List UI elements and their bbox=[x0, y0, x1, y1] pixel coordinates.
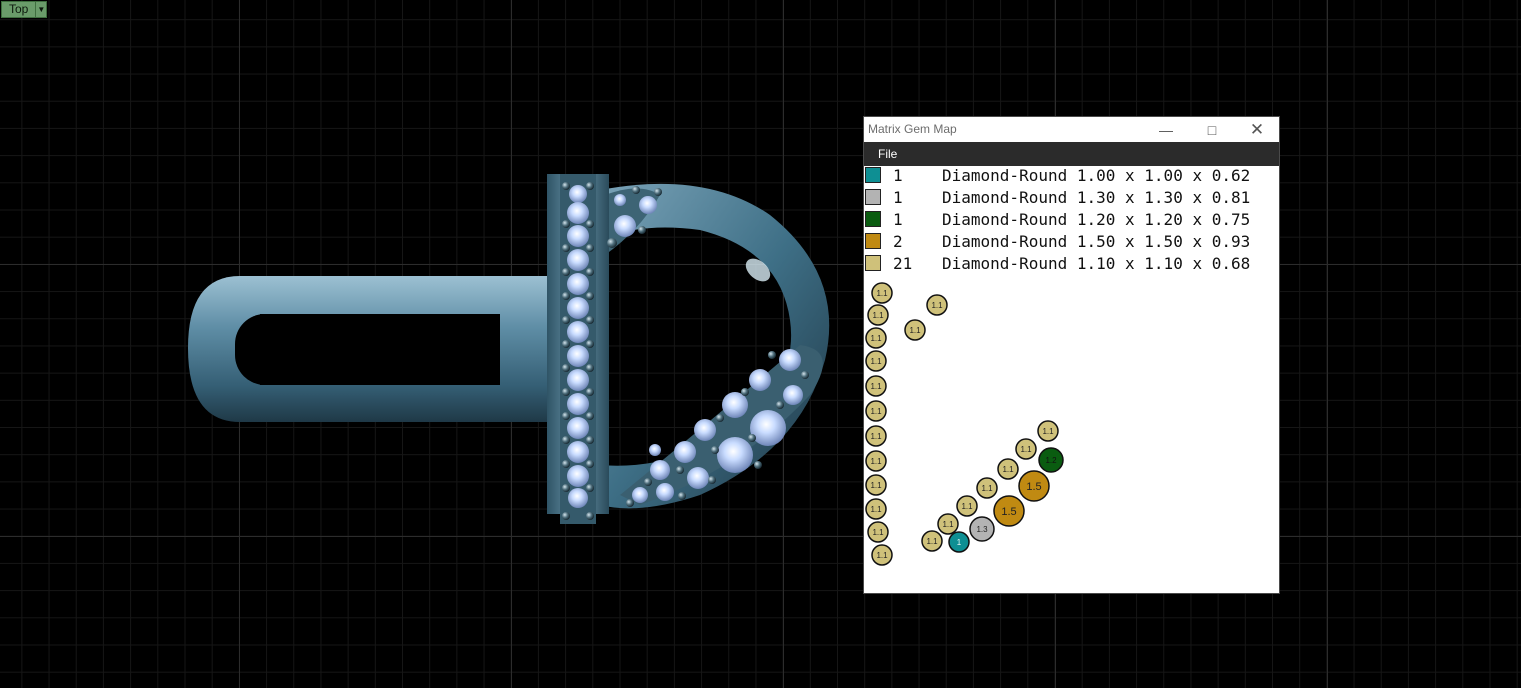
gem-marker: 1.1 bbox=[871, 282, 893, 304]
svg-text:1.1: 1.1 bbox=[870, 357, 882, 366]
gem-marker: 1.1 bbox=[865, 450, 887, 472]
gem-marker: 1 bbox=[948, 531, 970, 553]
gem-marker: 1.1 bbox=[1037, 420, 1059, 442]
gem-marker: 1.1 bbox=[867, 521, 889, 543]
gem-marker: 1.1 bbox=[865, 498, 887, 520]
gem-marker: 1.1 bbox=[976, 477, 998, 499]
gem-marker: 1.1 bbox=[865, 375, 887, 397]
gem-map-window[interactable]: Matrix Gem Map — □ ✕ File 1 Diamond-Roun… bbox=[863, 116, 1280, 594]
svg-text:1.5: 1.5 bbox=[1001, 506, 1016, 518]
gem-marker: 1.1 bbox=[956, 495, 978, 517]
svg-text:1.1: 1.1 bbox=[1002, 465, 1014, 474]
gem-marker: 1.5 bbox=[993, 495, 1025, 527]
svg-text:1.1: 1.1 bbox=[961, 502, 973, 511]
gem-marker: 1.1 bbox=[865, 400, 887, 422]
gem-cluster-diagonal: 1.1 1.1 1.2 1.1 1.5 1.1 1.1 1.5 1.1 1.3 … bbox=[921, 420, 1064, 553]
svg-text:1.1: 1.1 bbox=[942, 520, 954, 529]
svg-text:1.2: 1.2 bbox=[1045, 456, 1057, 465]
svg-text:1.1: 1.1 bbox=[870, 505, 882, 514]
gem-marker: 1.1 bbox=[865, 350, 887, 372]
svg-text:1.1: 1.1 bbox=[1020, 445, 1032, 454]
ring-model[interactable] bbox=[0, 0, 1521, 688]
svg-text:1.1: 1.1 bbox=[870, 407, 882, 416]
svg-text:1.1: 1.1 bbox=[981, 484, 993, 493]
gem-map[interactable]: 1.1 1.1 1.1 1.1 1.1 1.1 1.1 1.1 1.1 1.1 … bbox=[864, 117, 1279, 593]
svg-text:1.1: 1.1 bbox=[926, 537, 938, 546]
svg-text:1.1: 1.1 bbox=[1042, 427, 1054, 436]
svg-text:1: 1 bbox=[957, 538, 962, 547]
gem-marker: 1.1 bbox=[1015, 438, 1037, 460]
gem-marker: 1.1 bbox=[997, 458, 1019, 480]
gem-marker: 1.1 bbox=[865, 327, 887, 349]
shank-opening-rect bbox=[260, 314, 500, 385]
svg-text:1.1: 1.1 bbox=[931, 301, 943, 310]
gem-marker: 1.1 bbox=[937, 513, 959, 535]
gem-marker: 1.1 bbox=[871, 544, 893, 566]
gem-pair-top: 1.1 1.1 bbox=[904, 294, 948, 341]
svg-text:1.1: 1.1 bbox=[870, 432, 882, 441]
gem-marker: 1.1 bbox=[865, 474, 887, 496]
gem-marker: 1.3 bbox=[969, 516, 995, 542]
gem-marker: 1.5 bbox=[1018, 470, 1050, 502]
svg-text:1.1: 1.1 bbox=[870, 382, 882, 391]
gem-column-left: 1.1 1.1 1.1 1.1 1.1 1.1 1.1 1.1 1.1 1.1 … bbox=[865, 282, 893, 566]
svg-text:1.3: 1.3 bbox=[976, 525, 988, 534]
gem-marker: 1.2 bbox=[1038, 447, 1064, 473]
svg-text:1.1: 1.1 bbox=[870, 334, 882, 343]
gem-marker: 1.1 bbox=[865, 425, 887, 447]
svg-text:1.5: 1.5 bbox=[1026, 481, 1041, 493]
svg-text:1.1: 1.1 bbox=[870, 457, 882, 466]
svg-text:1.1: 1.1 bbox=[870, 481, 882, 490]
svg-text:1.1: 1.1 bbox=[872, 311, 884, 320]
gem-marker: 1.1 bbox=[926, 294, 948, 316]
svg-text:1.1: 1.1 bbox=[909, 326, 921, 335]
svg-text:1.1: 1.1 bbox=[876, 289, 888, 298]
svg-text:1.1: 1.1 bbox=[876, 551, 888, 560]
gem-marker: 1.1 bbox=[904, 319, 926, 341]
gem-marker: 1.1 bbox=[867, 304, 889, 326]
svg-text:1.1: 1.1 bbox=[872, 528, 884, 537]
gem-marker: 1.1 bbox=[921, 530, 943, 552]
